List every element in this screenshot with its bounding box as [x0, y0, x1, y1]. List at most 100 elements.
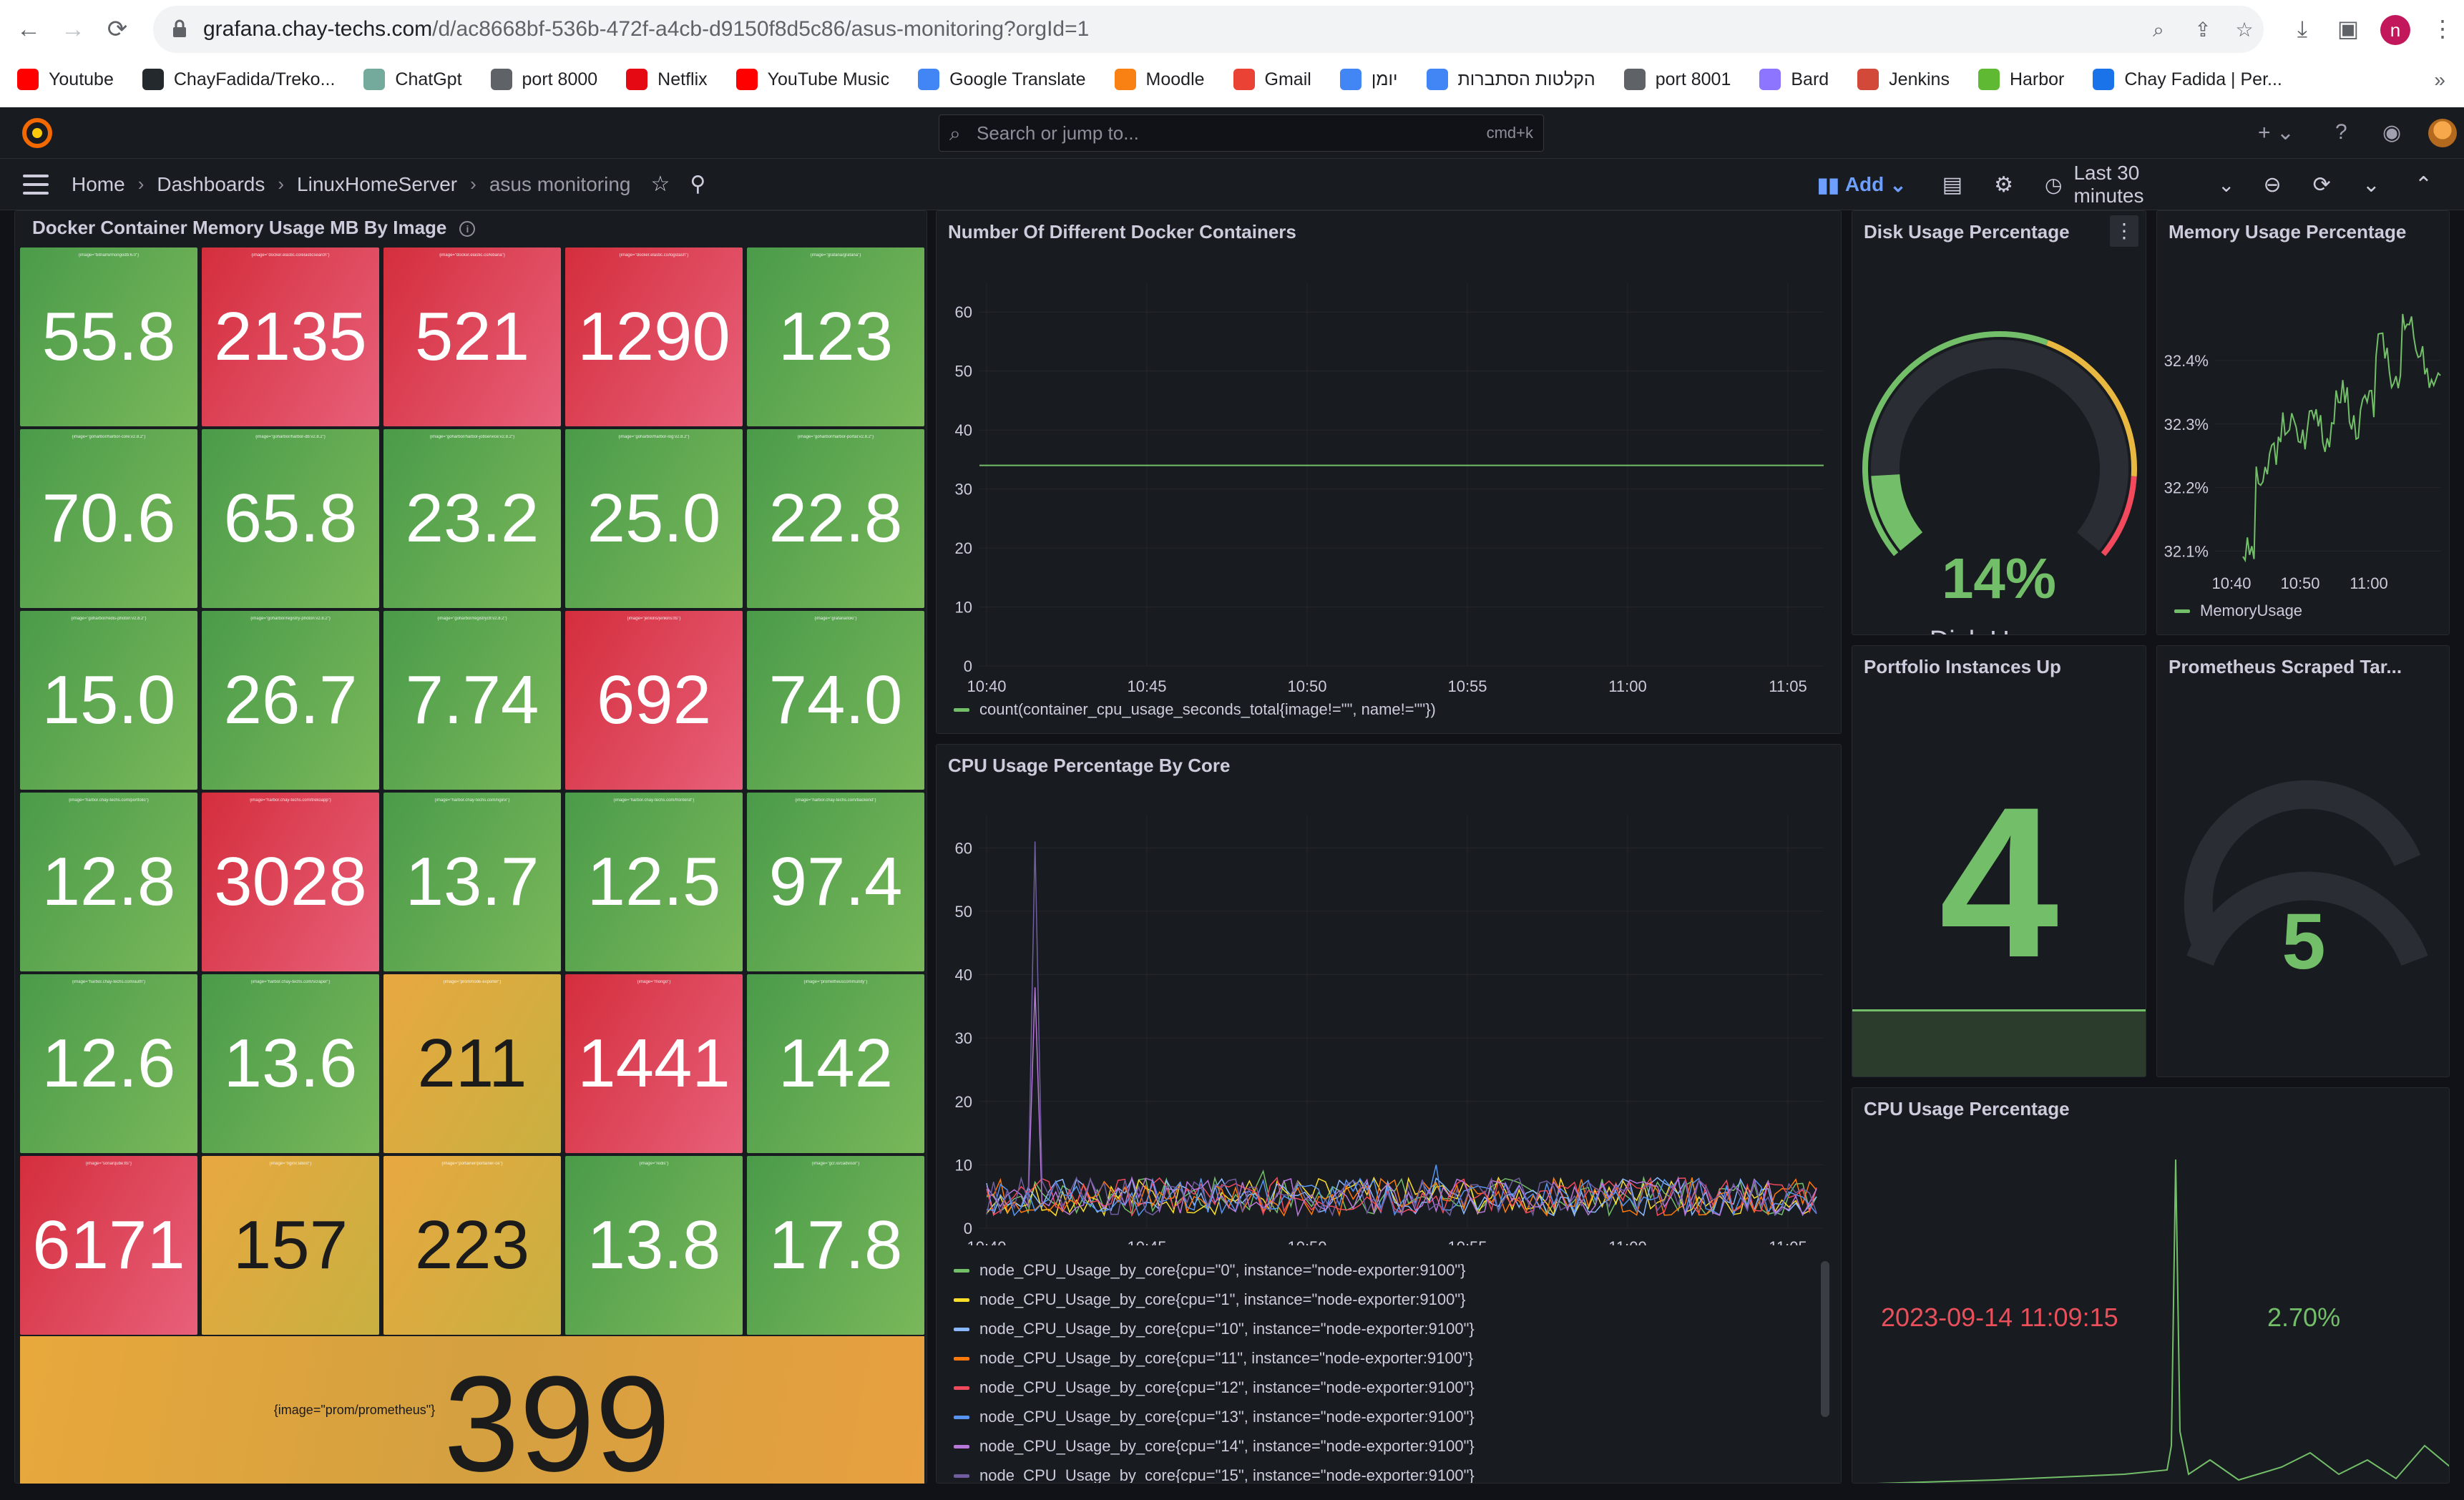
bookmark-item[interactable]: הקלטות הסתברות — [1426, 69, 1595, 90]
info-icon[interactable]: i — [459, 221, 476, 237]
bookmarks-overflow-icon[interactable]: » — [2434, 69, 2445, 92]
legend-item[interactable]: node_CPU_Usage_by_core{cpu="10", instanc… — [954, 1320, 1475, 1338]
legend-item[interactable]: node_CPU_Usage_by_core{cpu="11", instanc… — [954, 1349, 1473, 1368]
legend-item[interactable]: count(container_cpu_usage_seconds_total{… — [954, 700, 1436, 719]
legend-item[interactable]: node_CPU_Usage_by_core{cpu="0", instance… — [954, 1261, 1466, 1280]
stat-tile[interactable]: {image="goharbor/registry-photon:v2.8.2"… — [202, 611, 379, 790]
save-icon[interactable]: ▤ — [1942, 172, 1962, 197]
stat-tile[interactable]: {image="docker.elastic.co/logstash"} 1290 — [565, 247, 743, 426]
legend-scrollbar[interactable] — [1821, 1261, 1829, 1417]
stat-tile-prometheus[interactable]: {image="prom/prometheus"} 399 — [20, 1336, 924, 1492]
stat-tile[interactable]: {image="goharbor/harbor-portal:v2.8.2"} 2… — [747, 429, 924, 608]
stat-tile[interactable]: {image="prom/node-exporter"} 211 — [383, 974, 561, 1153]
cpu-core-chart[interactable]: 0 10 20 30 40 50 60 10:40 10:45 10:50 10:55 11:00 11… — [937, 745, 1842, 1245]
download-icon[interactable]: ⤓ — [2288, 14, 2317, 43]
bookmark-item[interactable]: Youtube — [17, 69, 114, 90]
cpu-usage-chart[interactable] — [1852, 1088, 2450, 1484]
stat-tile[interactable]: {image="goharbor/harbor-log:v2.8.2"} 25.0 — [565, 429, 743, 608]
stat-tile[interactable]: {image="harbor.chay-techs.com/nginx"} 13.… — [383, 793, 561, 971]
panel-disk-usage[interactable]: Disk Usage Percentage ⋮ 14% Disk Usage — [1852, 210, 2146, 635]
bookmark-item[interactable]: YouTube Music — [735, 69, 889, 90]
legend-item[interactable]: node_CPU_Usage_by_core{cpu="13", instanc… — [954, 1408, 1475, 1426]
bookmark-item[interactable]: Google Translate — [918, 69, 1086, 90]
back-icon[interactable]: ← — [13, 14, 44, 45]
share-icon[interactable]: ⇪ — [2192, 19, 2214, 41]
reload-icon[interactable]: ⟳ — [102, 14, 133, 45]
gear-icon[interactable]: ⚙ — [1994, 172, 2013, 197]
user-avatar[interactable] — [2428, 119, 2457, 147]
breadcrumb-dashboards[interactable]: Dashboards — [157, 173, 265, 196]
bookmark-item[interactable]: ChayFadida/Treko... — [142, 69, 335, 90]
help-icon[interactable]: ? — [2335, 120, 2347, 144]
time-range-picker[interactable]: ◷ Last 30 minutes ⌄ — [2045, 162, 2234, 207]
panel-portfolio-instances[interactable]: Portfolio Instances Up 4 — [1852, 645, 2146, 1077]
bookmark-star-icon[interactable]: ☆ — [2234, 19, 2255, 41]
bookmark-item[interactable]: Moodle — [1114, 69, 1205, 90]
stat-tile[interactable]: {image="goharbor/harbor-core:v2.8.2"} 70.… — [20, 429, 197, 608]
stat-tile[interactable]: {image="goharbor/registryctl:v2.8.2"} 7.7… — [383, 611, 561, 790]
legend-item[interactable]: MemoryUsage — [2174, 602, 2302, 620]
legend-item[interactable]: node_CPU_Usage_by_core{cpu="15", instanc… — [954, 1466, 1475, 1483]
star-icon[interactable]: ☆ — [650, 172, 670, 197]
containers-chart[interactable]: 0 10 20 30 40 50 60 10:40 10:45 10:50 10:55 11:00 11… — [937, 211, 1842, 734]
hamburger-menu-icon[interactable] — [23, 175, 49, 195]
bookmark-item[interactable]: Gmail — [1233, 69, 1311, 90]
stat-tile[interactable]: {image="docker.elastic.co/kibana"} 521 — [383, 247, 561, 426]
stat-tile[interactable]: {image="docker.elastic.co/elasticsearch"… — [202, 247, 379, 426]
bookmark-item[interactable]: port 8000 — [490, 69, 597, 90]
stat-tile[interactable]: {image="harbor.chay-techs.com/frontend"}… — [565, 793, 743, 971]
legend-item[interactable]: node_CPU_Usage_by_core{cpu="14", instanc… — [954, 1437, 1475, 1456]
search-input[interactable]: ⌕ Search or jump to... cmd+k — [939, 114, 1544, 152]
stat-tile[interactable]: {image="harbor.chay-techs.com/portfolio"… — [20, 793, 197, 971]
bookmark-item[interactable]: Chay Fadida | Per... — [2093, 69, 2282, 90]
zoom-out-icon[interactable]: ⊖ — [2263, 172, 2281, 197]
new-plus-icon[interactable]: + ⌄ — [2258, 120, 2294, 145]
share-icon[interactable]: ⚲ — [690, 172, 705, 197]
address-bar[interactable]: grafana.chay-techs.com/d/ac8668bf-536b-4… — [153, 6, 2264, 53]
stat-tile[interactable]: {image="harbor.chay-techs.com/backend"} 9… — [747, 793, 924, 971]
stat-tile[interactable]: {image="harbor.chay-techs.com/scraper"} 1… — [202, 974, 379, 1153]
stat-tile[interactable]: {image="grafana/grafana"} 123 — [747, 247, 924, 426]
panel-docker-containers[interactable]: Number Of Different Docker Containers 01… — [936, 210, 1842, 734]
stat-tile[interactable]: {image="harbor.chay-techs.com/auth"} 12.6 — [20, 974, 197, 1153]
refresh-icon[interactable]: ⟳ — [2313, 172, 2331, 197]
stat-tile[interactable]: {image="prometheuscommunity"} 142 — [747, 974, 924, 1153]
stat-tile[interactable]: {image="goharbor/harbor-jobservice:v2.8.… — [383, 429, 561, 608]
memory-chart[interactable]: 32.1% 32.2% 32.3% 32.4% 10:40 10:50 11:00 — [2157, 211, 2450, 635]
grafana-logo-icon[interactable] — [21, 117, 53, 149]
breadcrumb-home[interactable]: Home — [72, 173, 125, 196]
panel-memory-usage[interactable]: Memory Usage Percentage 32.1% 32.2% 32.3% 3… — [2156, 210, 2450, 635]
bookmark-item[interactable]: Bard — [1759, 69, 1829, 90]
legend-item[interactable]: node_CPU_Usage_by_core{cpu="1", instance… — [954, 1290, 1466, 1309]
profile-avatar[interactable]: n — [2380, 15, 2410, 45]
bookmark-item[interactable]: Netflix — [626, 69, 708, 90]
zoom-icon[interactable]: ⌕ — [2148, 19, 2169, 41]
stat-tile[interactable]: {image="gcr.io/cadvisor"} 17.8 — [747, 1156, 924, 1335]
bookmark-item[interactable]: Harbor — [1977, 69, 2064, 90]
add-button[interactable]: ▮▮ Add ⌄ — [1817, 173, 1907, 197]
panel-prometheus-targets[interactable]: Prometheus Scraped Tar... 5 — [2156, 645, 2450, 1077]
stat-tile[interactable]: {image="sonarqube:lts"} 6171 — [20, 1156, 197, 1335]
stat-tile[interactable]: {image="portainer/portainer-ce"} 223 — [383, 1156, 561, 1335]
breadcrumb-folder[interactable]: LinuxHomeServer — [297, 173, 457, 196]
stat-tile[interactable]: {image="goharbor/redis-photon:v2.8.2"} 15… — [20, 611, 197, 790]
stat-tile[interactable]: {image="nginx:latest"} 157 — [202, 1156, 379, 1335]
stat-tile[interactable]: {image="jenkins/jenkins:lts"} 692 — [565, 611, 743, 790]
forward-icon[interactable]: → — [57, 14, 89, 45]
kebab-menu-icon[interactable]: ⋮ — [2428, 14, 2457, 43]
stat-tile[interactable]: {image="redis"} 13.8 — [565, 1156, 743, 1335]
bookmark-item[interactable]: ChatGpt — [363, 69, 462, 90]
bookmark-item[interactable]: port 8001 — [1623, 69, 1731, 90]
news-feed-icon[interactable]: ◉ — [2382, 120, 2401, 145]
collapse-icon[interactable]: ⌃ — [2415, 172, 2433, 197]
side-panel-icon[interactable]: ▣ — [2334, 14, 2362, 43]
panel-cpu-usage[interactable]: CPU Usage Percentage 2023-09-14 11:09:15… — [1852, 1087, 2450, 1484]
stat-tile[interactable]: {image="bitnami/mongodb:6.0"} 55.8 — [20, 247, 197, 426]
stat-tile[interactable]: {image="grafana/loki"} 74.0 — [747, 611, 924, 790]
bookmark-item[interactable]: יומן — [1339, 69, 1398, 90]
bookmark-item[interactable]: Jenkins — [1857, 69, 1950, 90]
panel-cpu-by-core[interactable]: CPU Usage Percentage By Core 0 10 20 30 40 50… — [936, 744, 1842, 1484]
stat-tile[interactable]: {image="mongo"} 1441 — [565, 974, 743, 1153]
stat-tile[interactable]: {image="harbor.chay-techs.com/trekoapp"}… — [202, 793, 379, 971]
chevron-down-icon[interactable]: ⌄ — [2362, 172, 2380, 197]
